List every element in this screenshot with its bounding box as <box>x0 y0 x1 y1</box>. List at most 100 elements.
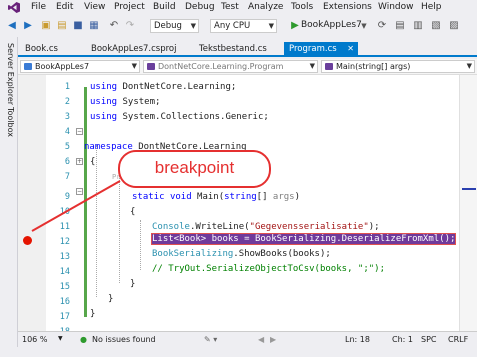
menu-extensions[interactable]: Extensions <box>323 2 372 12</box>
solution-configuration-dropdown[interactable]: Debug ▼ <box>150 19 199 33</box>
chevron-down-icon: ▼ <box>131 62 137 70</box>
tab-label: BookAppLes7.csproj <box>91 44 177 54</box>
undo-icon[interactable]: ↶ <box>108 20 120 32</box>
code-editor[interactable]: 12345679101112131415161718 − + − using D… <box>18 75 459 337</box>
code-line-17: } <box>90 309 96 319</box>
line-number: 15 <box>59 282 70 292</box>
collapse-namespace-icon[interactable]: − <box>76 128 83 135</box>
configuration-value: Debug <box>154 21 182 31</box>
menu-file[interactable]: File <box>31 2 46 12</box>
menu-tools[interactable]: Tools <box>291 2 313 12</box>
breakpoint-icon[interactable] <box>23 236 32 245</box>
csharp-project-icon <box>24 63 32 70</box>
menu-help[interactable]: Help <box>421 2 442 12</box>
toolbar-options-icon[interactable]: ▤ <box>394 20 406 32</box>
line-number: 3 <box>64 112 70 122</box>
line-ending-indicator[interactable]: CRLF <box>448 335 468 344</box>
issues-status[interactable]: No issues found <box>92 335 156 344</box>
menu-bar: File Edit View Project Build Debug Test … <box>0 0 477 15</box>
vertical-scrollbar[interactable] <box>459 75 477 331</box>
menu-analyze[interactable]: Analyze <box>248 2 283 12</box>
menu-project[interactable]: Project <box>114 2 145 12</box>
line-number: 10 <box>59 207 70 217</box>
line-number: 6 <box>64 157 70 167</box>
chevron-down-icon[interactable]: ▼ <box>58 335 63 342</box>
code-line-6: { <box>90 157 96 167</box>
code-line-13: BookSerializing.ShowBooks(books); <box>152 249 331 259</box>
type-dropdown[interactable]: DontNetCore.Learning.Program ▼ <box>143 60 318 73</box>
toolbox-tab[interactable]: Toolbox <box>6 107 15 137</box>
navigate-previous-icon[interactable]: ◀ <box>258 335 264 344</box>
code-cleanup-icon[interactable]: ✎ ▾ <box>204 335 217 344</box>
breakpoint-callout: breakpoint <box>118 150 271 188</box>
line-number: 11 <box>59 222 70 232</box>
menu-debug[interactable]: Debug <box>185 2 215 12</box>
change-tracking-bar <box>84 87 87 317</box>
caret-position-marker <box>462 188 476 190</box>
column-indicator: Ch: 1 <box>392 335 413 344</box>
navigate-next-icon[interactable]: ▶ <box>270 335 276 344</box>
document-tab-strip: Book.cs BookAppLes7.csproj Tekstbestand.… <box>18 40 477 57</box>
visual-studio-logo-icon <box>8 2 20 13</box>
menu-window[interactable]: Window <box>378 2 414 12</box>
start-debugging-icon[interactable]: ▶ <box>289 20 301 32</box>
line-number: 9 <box>64 192 70 202</box>
server-explorer-tab[interactable]: Server Explorer <box>6 43 15 105</box>
toolbar-options-icon[interactable]: ▧ <box>430 20 442 32</box>
line-number: 16 <box>59 297 70 307</box>
visual-studio-window: File Edit View Project Build Debug Test … <box>0 0 477 357</box>
project-dropdown[interactable]: BookAppLes7 ▼ <box>20 60 140 73</box>
chevron-down-icon: ▼ <box>268 22 274 30</box>
save-icon[interactable]: ■ <box>72 20 84 32</box>
toolbar-options-icon[interactable]: ▨ <box>448 20 460 32</box>
class-icon <box>147 63 155 70</box>
zoom-level[interactable]: 106 % <box>22 335 47 344</box>
run-target-label[interactable]: BookAppLes7 <box>301 20 362 30</box>
toolbar-options-icon[interactable]: ▥ <box>412 20 424 32</box>
save-all-icon[interactable]: ▦ <box>88 20 100 32</box>
tab-label: Program.cs <box>289 44 337 54</box>
project-value: BookAppLes7 <box>35 62 90 71</box>
code-line-3: using System.Collections.Generic; <box>90 112 269 122</box>
line-number: 12 <box>59 237 70 247</box>
chevron-down-icon[interactable]: ▼ <box>358 20 370 32</box>
editor-status-bar: 106 % ▼ ● No issues found ✎ ▾ ◀ ▶ Ln: 18… <box>18 331 477 347</box>
tab-program-cs[interactable]: Program.cs ✕ <box>284 42 358 57</box>
tab-tekstbestand-cs[interactable]: Tekstbestand.cs <box>194 42 282 57</box>
navigate-forward-icon[interactable]: ▶ <box>22 20 34 32</box>
member-dropdown[interactable]: Main(string[] args) ▼ <box>321 60 475 73</box>
code-line-12-breakpoint[interactable]: List<Book> books = BookSerializing.Deser… <box>150 233 457 245</box>
check-circle-icon: ● <box>80 335 87 344</box>
tab-bookappLes7-csproj[interactable]: BookAppLes7.csproj <box>86 42 190 57</box>
whitespace-indicator[interactable]: SPC <box>421 335 437 344</box>
expand-region-icon[interactable]: + <box>76 158 83 165</box>
close-icon[interactable]: ✕ <box>347 42 354 56</box>
chevron-down-icon: ▼ <box>466 62 472 70</box>
indent-guide <box>96 145 97 297</box>
breakpoint-margin[interactable] <box>18 75 46 331</box>
open-file-icon[interactable]: ▤ <box>56 20 68 32</box>
line-number: 13 <box>59 252 70 262</box>
line-number: 2 <box>64 97 70 107</box>
code-line-10: { <box>130 207 136 217</box>
redo-icon[interactable]: ↷ <box>124 20 136 32</box>
tab-book-cs[interactable]: Book.cs <box>20 42 84 57</box>
collapse-method-icon[interactable]: − <box>76 188 83 195</box>
navigate-back-icon[interactable]: ◀ <box>6 20 18 32</box>
line-number: 7 <box>64 172 70 182</box>
menu-test[interactable]: Test <box>221 2 239 12</box>
code-line-15: } <box>130 279 136 289</box>
solution-platform-dropdown[interactable]: Any CPU ▼ <box>210 19 277 33</box>
code-line-16: } <box>108 294 114 304</box>
code-line-11: Console.WriteLine("Gegevensserialisatie"… <box>152 222 380 232</box>
code-line-2: using System; <box>90 97 161 107</box>
indent-guide <box>140 220 141 270</box>
menu-view[interactable]: View <box>84 2 105 12</box>
menu-build[interactable]: Build <box>153 2 176 12</box>
new-project-icon[interactable]: ▣ <box>40 20 52 32</box>
hot-reload-icon[interactable]: ⟳ <box>376 20 388 32</box>
code-line-1: using DontNetCore.Learning; <box>90 82 237 92</box>
type-value: DontNetCore.Learning.Program <box>158 62 284 71</box>
line-indicator: Ln: 18 <box>345 335 370 344</box>
menu-edit[interactable]: Edit <box>56 2 73 12</box>
